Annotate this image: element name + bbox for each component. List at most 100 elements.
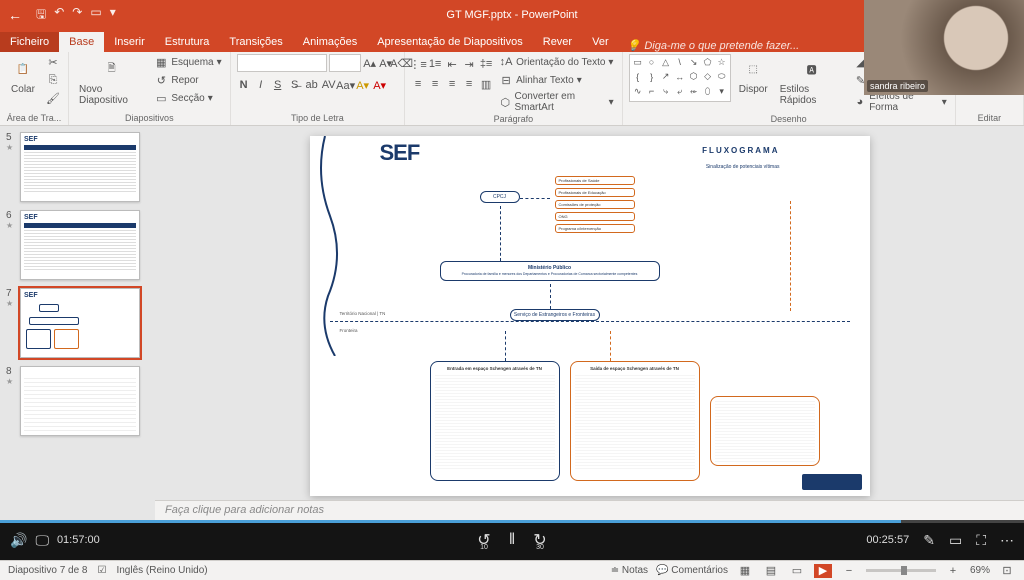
bold-icon[interactable]: N [237, 78, 251, 92]
fluxograma-title: FLUXOGRAMA [702, 146, 779, 155]
tell-me[interactable]: 💡Diga-me o que pretende fazer... [627, 39, 800, 52]
tab-view[interactable]: Ver [582, 32, 619, 52]
highlight-icon[interactable]: A▾ [356, 78, 370, 92]
strike-icon[interactable]: S̶ [288, 78, 302, 92]
tab-home[interactable]: Base [59, 32, 104, 52]
spacing-icon[interactable]: AV [322, 78, 336, 92]
grow-font-icon[interactable]: A▴ [363, 56, 377, 70]
underline-icon[interactable]: S [271, 78, 285, 92]
tab-animations[interactable]: Animações [293, 32, 367, 52]
thumb-5[interactable]: 5★ SEF [6, 132, 149, 202]
workspace: 5★ SEF 6★ SEF 7★ SEF 8★ SEF FLUXOGRAMA S… [0, 126, 1024, 520]
align-text-button[interactable]: ⊟Alinhar Texto▾ [497, 72, 616, 88]
case-icon[interactable]: Aa▾ [339, 78, 353, 92]
forward-button[interactable]: ↻30 [533, 530, 546, 550]
group-paragraph: ⋮≡ 1≡ ⇤ ⇥ ‡≡ ≡ ≡ ≡ ≡ ▥ ↕AOrientação do T… [405, 52, 623, 125]
shadow-icon[interactable]: ab [305, 78, 319, 92]
quick-styles-button[interactable]: 🅰Estilos Rápidos [776, 54, 848, 108]
font-size-combo[interactable] [329, 54, 361, 72]
notes-toggle[interactable]: ≐ Notas [611, 565, 648, 576]
section-button[interactable]: ▭Secção▾ [152, 90, 223, 106]
language-indicator[interactable]: Inglês (Reino Unido) [116, 565, 207, 576]
slideshow-view-icon[interactable]: ▶ [814, 564, 832, 578]
pen-icon[interactable]: ✎ [923, 532, 935, 549]
indent-inc-icon[interactable]: ⇥ [462, 57, 476, 71]
italic-icon[interactable]: I [254, 78, 268, 92]
qat-undo-icon[interactable]: ↶ [54, 5, 64, 26]
group-clipboard: 📋 Colar ✂ ⎘ 🖌 Área de Tra... [0, 52, 69, 125]
format-painter-button[interactable]: 🖌 [44, 90, 62, 106]
fit-icon[interactable]: ⊡ [998, 564, 1016, 578]
line-spacing-icon[interactable]: ‡≡ [479, 57, 493, 71]
text-dir-icon: ↕A [499, 55, 513, 69]
elapsed-time: 01:57:00 [57, 534, 100, 546]
indent-dec-icon[interactable]: ⇤ [445, 57, 459, 71]
text-direction-button[interactable]: ↕AOrientação do Texto▾ [497, 54, 616, 70]
device-icon[interactable]: 🖵 [35, 532, 49, 549]
reset-button[interactable]: ↺Repor [152, 72, 223, 88]
thumbnails-pane[interactable]: 5★ SEF 6★ SEF 7★ SEF 8★ [0, 126, 155, 520]
more-icon[interactable]: ⋯ [1000, 532, 1014, 549]
spell-icon[interactable]: ☑ [98, 565, 107, 576]
smartart-button[interactable]: ⬡Converter em SmartArt▾ [497, 90, 616, 114]
comments-toggle[interactable]: 💬 Comentários [656, 565, 728, 576]
map-outline [310, 136, 358, 356]
justify-icon[interactable]: ≡ [462, 77, 476, 91]
sef-box: Serviço de Estrangeiros e Fronteiras [510, 309, 600, 321]
zoom-in-icon[interactable]: + [944, 564, 962, 578]
notes-pane[interactable]: Faça clique para adicionar notas [155, 500, 1024, 520]
qat-more-icon[interactable]: ▾ [110, 5, 116, 26]
tab-review[interactable]: Rever [533, 32, 582, 52]
bullets-icon[interactable]: ⋮≡ [411, 57, 425, 71]
effects-icon: ◕ [853, 95, 866, 109]
cc-icon[interactable]: ▭ [949, 532, 962, 549]
new-slide-button[interactable]: 🗎 Novo Diapositivo [75, 54, 148, 108]
tab-insert[interactable]: Inserir [104, 32, 155, 52]
tab-transitions[interactable]: Transições [219, 32, 292, 52]
font-family-combo[interactable] [237, 54, 327, 72]
back-button[interactable]: ← [0, 7, 30, 23]
align-right-icon[interactable]: ≡ [445, 77, 459, 91]
copy-button[interactable]: ⎘ [44, 72, 62, 88]
qat-save-icon[interactable]: 🖫 [36, 5, 46, 26]
subtitle: Sinalização de potenciais vítimas [706, 164, 780, 170]
cut-button[interactable]: ✂ [44, 54, 62, 70]
rewind-button[interactable]: ↺10 [477, 530, 490, 550]
shapes-gallery[interactable]: ▭○△\↘⬠☆ {}↗↔⬡◇⬭ ∿⌐⤷⤶⬰⬯▾ [629, 54, 731, 102]
progress-bar[interactable] [0, 520, 1024, 523]
paste-icon: 📋 [10, 56, 36, 82]
tab-design[interactable]: Estrutura [155, 32, 220, 52]
entrada-box: Entrada em espaço Schengen através de TN [430, 361, 560, 481]
pause-button[interactable]: ‖ [509, 531, 516, 549]
columns-icon[interactable]: ▥ [479, 77, 493, 91]
font-color-icon[interactable]: A▾ [373, 78, 387, 92]
reset-icon: ↺ [154, 73, 168, 87]
reading-view-icon[interactable]: ▭ [788, 564, 806, 578]
sorter-view-icon[interactable]: ▤ [762, 564, 780, 578]
qat-slideshow-icon[interactable]: ▭ [90, 5, 101, 26]
thumb-7[interactable]: 7★ SEF [6, 288, 149, 358]
zoom-out-icon[interactable]: − [840, 564, 858, 578]
tab-file[interactable]: Ficheiro [0, 32, 59, 52]
normal-view-icon[interactable]: ▦ [736, 564, 754, 578]
zoom-level[interactable]: 69% [970, 565, 990, 576]
layout-button[interactable]: ▦Esquema▾ [152, 54, 223, 70]
arrange-button[interactable]: ⬚Dispor [735, 54, 772, 97]
tab-slideshow[interactable]: Apresentação de Diapositivos [367, 32, 533, 52]
mp-box: Ministério Público Procuradoria de famíl… [440, 261, 660, 281]
thumb-8[interactable]: 8★ [6, 366, 149, 436]
paste-button[interactable]: 📋 Colar [6, 54, 40, 97]
align-center-icon[interactable]: ≡ [428, 77, 442, 91]
thumb-6[interactable]: 6★ SEF [6, 210, 149, 280]
numbering-icon[interactable]: 1≡ [428, 57, 442, 71]
slide-canvas[interactable]: SEF FLUXOGRAMA Sinalização de potenciais… [155, 126, 1024, 520]
fullscreen-icon[interactable]: ⛶ [976, 532, 986, 549]
slide-indicator[interactable]: Diapositivo 7 de 8 [8, 565, 88, 576]
presenter-video: sandra ribeiro [864, 0, 1024, 95]
volume-icon[interactable]: 🔊 [10, 532, 27, 549]
cpcj-box: CPCJ [480, 191, 520, 203]
status-bar: Diapositivo 7 de 8 ☑ Inglês (Reino Unido… [0, 560, 1024, 580]
qat-redo-icon[interactable]: ↷ [72, 5, 82, 26]
align-left-icon[interactable]: ≡ [411, 77, 425, 91]
zoom-slider[interactable] [866, 569, 936, 572]
